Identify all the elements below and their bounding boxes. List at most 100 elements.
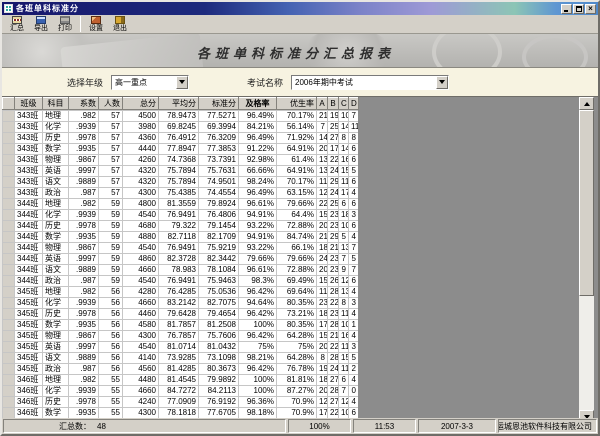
col-c[interactable]: C <box>339 98 349 110</box>
col-b[interactable]: B <box>328 98 339 110</box>
col-pass-rate[interactable]: 及格率 <box>239 98 277 110</box>
table-row[interactable]: 345班政治.98756456081.428580.367396.42%76.7… <box>3 364 359 375</box>
vertical-scrollbar[interactable] <box>579 97 594 422</box>
printer-icon <box>60 16 70 24</box>
row-selector[interactable] <box>3 243 15 254</box>
row-selector[interactable] <box>3 397 15 408</box>
row-selector[interactable] <box>3 320 15 331</box>
col-class[interactable]: 班级 <box>15 98 43 110</box>
minimize-button[interactable] <box>561 4 572 14</box>
print-button[interactable]: 打印 <box>53 15 77 33</box>
row-selector[interactable] <box>3 221 15 232</box>
col-standard[interactable]: 标准分 <box>199 98 239 110</box>
table-row[interactable]: 344班语文.988959466078.98378.108496.61%72.8… <box>3 265 359 276</box>
grade-dropdown-button[interactable] <box>176 76 188 89</box>
cell: .987 <box>69 364 99 375</box>
table-row[interactable]: 343班物理.986757426074.736873.739192.98%61.… <box>3 155 359 166</box>
exam-dropdown-button[interactable] <box>436 76 448 89</box>
row-selector[interactable] <box>3 364 15 375</box>
cell: 15 <box>339 353 349 364</box>
row-selector[interactable] <box>3 155 15 166</box>
table-row[interactable]: 346班化学.993955466084.727284.2113100%87.27… <box>3 386 359 397</box>
row-selector[interactable] <box>3 386 15 397</box>
cell: 17 <box>328 144 339 155</box>
cell: 4260 <box>123 155 159 166</box>
row-selector[interactable] <box>3 254 15 265</box>
table-row[interactable]: 344班历史.997859468079.32279.145493.22%72.8… <box>3 221 359 232</box>
row-selector[interactable] <box>3 298 15 309</box>
summarize-button[interactable]: 汇总 <box>5 15 29 33</box>
close-button[interactable]: × <box>585 4 596 14</box>
cell: 29 <box>328 232 339 243</box>
col-coefficient[interactable]: 系数 <box>69 98 99 110</box>
row-selector[interactable] <box>3 133 15 144</box>
exam-select[interactable]: 2006年期中考试 <box>291 75 449 90</box>
table-row[interactable]: 344班英语.999759486082.372882.344279.66%79.… <box>3 254 359 265</box>
row-selector[interactable] <box>3 375 15 386</box>
scroll-up-button[interactable] <box>579 97 594 110</box>
cell: .9935 <box>69 320 99 331</box>
col-total[interactable]: 总分 <box>123 98 159 110</box>
table-row[interactable]: 343班数学.993557444077.894777.385391.22%64.… <box>3 144 359 155</box>
exit-button[interactable]: 退出 <box>108 15 132 33</box>
table-row[interactable]: 343班语文.988957432075.789474.950198.24%70.… <box>3 177 359 188</box>
table-row[interactable]: 343班政治.98757430075.438574.455496.49%63.1… <box>3 188 359 199</box>
export-button[interactable]: 导出 <box>29 15 53 33</box>
row-selector[interactable] <box>3 265 15 276</box>
cell: 地理 <box>43 111 69 122</box>
row-selector[interactable] <box>3 276 15 287</box>
row-selector[interactable] <box>3 177 15 188</box>
table-row[interactable]: 345班地理.98256428076.428575.053696.42%69.6… <box>3 287 359 298</box>
table-row[interactable]: 345班语文.988956414073.928573.109898.21%64.… <box>3 353 359 364</box>
table-row[interactable]: 344班政治.98759454076.949175.946398.3%69.49… <box>3 276 359 287</box>
cell: 343班 <box>15 155 43 166</box>
row-selector[interactable] <box>3 210 15 221</box>
row-selector[interactable] <box>3 166 15 177</box>
col-subject[interactable]: 科目 <box>43 98 69 110</box>
table-row[interactable]: 343班历史.997857436076.491276.320996.49%71.… <box>3 133 359 144</box>
row-selector[interactable] <box>3 331 15 342</box>
row-selector[interactable] <box>3 353 15 364</box>
row-selector[interactable] <box>3 309 15 320</box>
table-row[interactable]: 346班历史.997855424077.090976.919296.36%70.… <box>3 397 359 408</box>
cell: 4560 <box>123 364 159 375</box>
table-row[interactable]: 345班数学.993556458081.785781.2508100%80.35… <box>3 320 359 331</box>
col-d[interactable]: D <box>349 98 359 110</box>
grade-select[interactable]: 高一重点 <box>111 75 189 90</box>
row-selector[interactable] <box>3 342 15 353</box>
row-selector[interactable] <box>3 408 15 419</box>
status-date: 2007-3-3 <box>418 419 496 433</box>
table-row[interactable]: 343班英语.999757432075.789475.763166.66%64.… <box>3 166 359 177</box>
table-row[interactable]: 346班地理.98255448081.454579.9892100%81.81%… <box>3 375 359 386</box>
table-row[interactable]: 345班化学.993956466083.214282.707594.64%80.… <box>3 298 359 309</box>
table-row[interactable]: 345班物理.986756430076.785775.760696.42%64.… <box>3 331 359 342</box>
settings-button[interactable]: 设置 <box>84 15 108 33</box>
row-selector[interactable] <box>3 122 15 133</box>
restore-button[interactable] <box>573 4 584 14</box>
table-row[interactable]: 345班历史.997856446079.642879.465496.42%73.… <box>3 309 359 320</box>
col-a[interactable]: A <box>317 98 328 110</box>
restore-icon <box>576 6 582 12</box>
col-count[interactable]: 人数 <box>99 98 123 110</box>
row-selector[interactable] <box>3 144 15 155</box>
row-selector[interactable] <box>3 111 15 122</box>
row-selector[interactable] <box>3 188 15 199</box>
table-row[interactable]: 346班数学.993555430078.181877.670598.18%70.… <box>3 408 359 419</box>
table-row[interactable]: 345班英语.999756454081.071481.043275%75%202… <box>3 342 359 353</box>
cell: 75% <box>277 342 317 353</box>
col-average[interactable]: 平均分 <box>159 98 199 110</box>
col-excellent-rate[interactable]: 优生率 <box>277 98 317 110</box>
status-company: 运城恩池软件科技有限公司 <box>498 419 597 433</box>
row-selector[interactable] <box>3 232 15 243</box>
table-row[interactable]: 344班数学.993559488082.711882.170994.91%84.… <box>3 232 359 243</box>
table-row[interactable]: 343班地理.98257450078.947377.527196.49%70.1… <box>3 111 359 122</box>
table-row[interactable]: 344班物理.986759454076.949175.921993.22%66.… <box>3 243 359 254</box>
cell: 346班 <box>15 375 43 386</box>
row-selector[interactable] <box>3 199 15 210</box>
row-selector[interactable] <box>3 287 15 298</box>
cell: 344班 <box>15 199 43 210</box>
table-row[interactable]: 344班化学.993959454076.949176.480694.91%64.… <box>3 210 359 221</box>
table-row[interactable]: 343班化学.993957398069.824569.399484.21%56.… <box>3 122 359 133</box>
scrollbar-thumb[interactable] <box>579 110 594 296</box>
table-row[interactable]: 344班地理.98259480081.355979.892496.61%79.6… <box>3 199 359 210</box>
